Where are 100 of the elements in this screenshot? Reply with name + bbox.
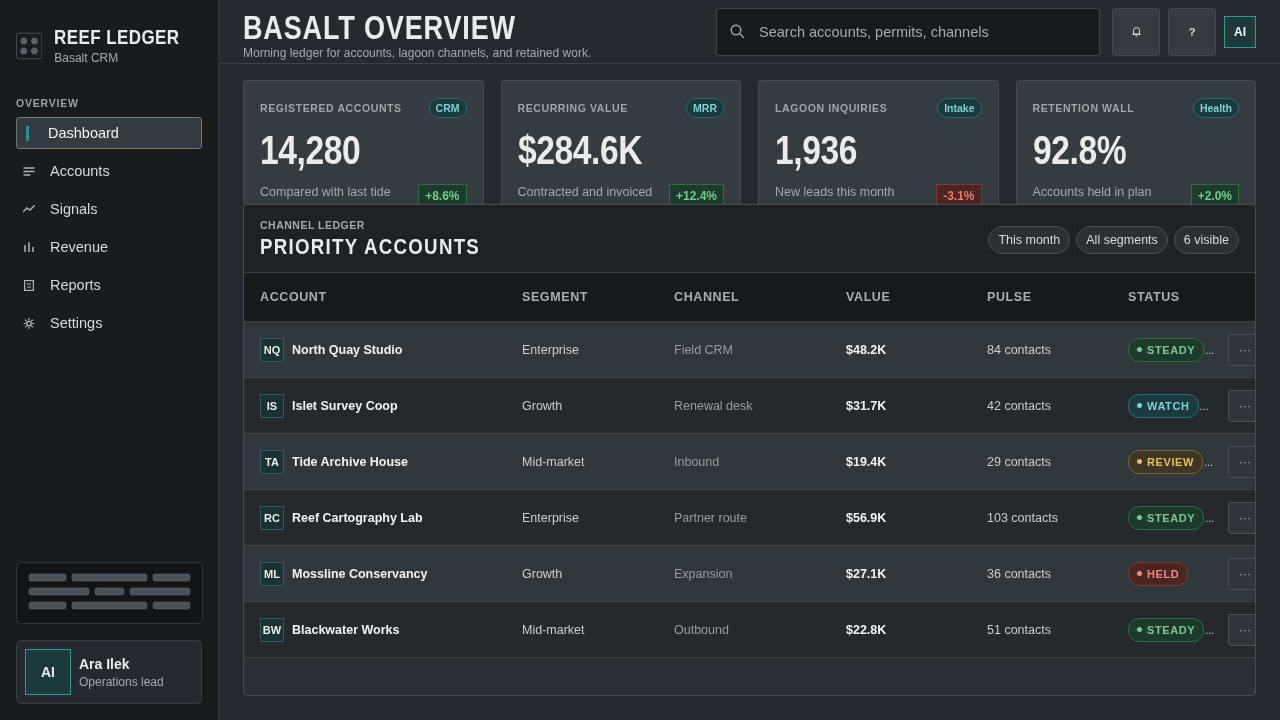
overflow-ellipsis: ...	[1205, 343, 1215, 356]
table-cell-text: $48.2K	[846, 342, 888, 357]
stat-note: Accounts held in plan	[1032, 184, 1152, 201]
stat-label: LAGOON INQUIRIES	[775, 102, 888, 114]
column-header: VALUE	[846, 290, 892, 304]
overflow-ellipsis: ...	[1199, 399, 1209, 412]
table-cell-text: Renewal desk	[674, 398, 754, 413]
table-cell-text: Enterprise	[522, 342, 580, 357]
section-label: OVERVIEW	[16, 97, 80, 109]
nav-item[interactable]: Accounts	[16, 155, 202, 187]
account-initials: TA	[260, 449, 284, 474]
active-indicator-icon	[26, 125, 29, 141]
filter-chip[interactable]: This month	[988, 225, 1071, 254]
overflow-ellipsis: ...	[1204, 455, 1214, 468]
panel-eyebrow: CHANNEL LEDGER	[260, 219, 366, 231]
status-badge: STEADY	[1128, 337, 1205, 362]
account-name: North Quay Studio	[292, 342, 403, 357]
table-cell-text: Outbound	[674, 622, 730, 637]
overflow-ellipsis: ...	[1205, 623, 1215, 636]
avatar-button[interactable]: AI	[1224, 15, 1256, 48]
document-icon	[23, 279, 35, 291]
settings-icon	[23, 317, 35, 329]
column-header: CHANNEL	[674, 290, 741, 304]
stat-label: RETENTION WALL	[1032, 102, 1135, 114]
table-cell-text: Field CRM	[674, 342, 735, 357]
panel-title: PRIORITY ACCOUNTS	[260, 234, 481, 260]
stat-value: 92.8%	[1032, 128, 1127, 172]
stat-label: REGISTERED ACCOUNTS	[260, 102, 402, 114]
nav-item[interactable]: Revenue	[16, 231, 202, 263]
filter-chip[interactable]: 6 visible	[1173, 225, 1239, 254]
stat-note: New leads this month	[775, 184, 895, 201]
notifications-button[interactable]	[1112, 7, 1160, 56]
page-subtitle: Morning ledger for accounts, lagoon channels, and retained work.	[243, 45, 593, 60]
trend-icon	[23, 205, 35, 213]
account-initials: RC	[260, 505, 284, 530]
nav-item[interactable]: Settings	[16, 307, 202, 339]
table-cell-text: 84 contacts	[987, 342, 1052, 357]
stat-value: 14,280	[260, 128, 362, 172]
nav-item[interactable]: Signals	[16, 193, 202, 225]
more-button[interactable]: ···	[1228, 333, 1255, 366]
table-cell-text: Mid-market	[522, 622, 586, 637]
more-button[interactable]: ···	[1228, 389, 1255, 422]
table-cell-text: Inbound	[674, 454, 721, 469]
nav-item[interactable]: Dashboard	[16, 117, 202, 149]
account-name: Tide Archive House	[292, 454, 408, 469]
status-badge: HELD	[1128, 561, 1189, 586]
more-button[interactable]: ···	[1228, 613, 1255, 646]
table-cell-text: Growth	[522, 398, 564, 413]
table-cell-text: Expansion	[674, 566, 734, 581]
page-title: BASALT OVERVIEW	[243, 11, 517, 44]
account-name: Blackwater Works	[292, 622, 400, 637]
table-cell-text: 103 contacts	[987, 510, 1059, 525]
user-avatar: AI	[25, 649, 71, 695]
search-icon	[730, 23, 745, 39]
table-cell-text: Growth	[522, 566, 564, 581]
stat-tag: MRR	[686, 98, 724, 118]
account-initials: IS	[260, 393, 284, 418]
user-role: Operations lead	[79, 674, 164, 689]
table-cell-text: 42 contacts	[987, 398, 1052, 413]
help-button[interactable]: ?	[1168, 7, 1216, 56]
stat-value: 1,936	[775, 128, 858, 172]
stat-note: Contracted and invoiced	[517, 184, 653, 201]
stat-tag: Intake	[937, 98, 982, 118]
nav-item[interactable]: Reports	[16, 269, 202, 301]
bell-icon	[1131, 26, 1141, 37]
delta-badge: -3.1%	[936, 184, 982, 204]
stat-tag: Health	[1192, 98, 1239, 118]
status-badge: STEADY	[1128, 617, 1205, 642]
delta-badge: +2.0%	[1190, 184, 1239, 204]
search-field[interactable]: Search accounts, permits, channels	[716, 7, 1100, 56]
delta-badge: +8.6%	[418, 184, 467, 204]
column-header: STATUS	[1128, 290, 1181, 304]
user-card[interactable]: AI Ara Ilek Operations lead	[16, 640, 202, 704]
stat-tag: CRM	[428, 98, 467, 118]
more-button[interactable]: ···	[1228, 501, 1255, 534]
status-badge: STEADY	[1128, 505, 1205, 530]
overflow-ellipsis: ...	[1205, 511, 1215, 524]
table-cell-text: $27.1K	[846, 566, 888, 581]
table-cell-text: 51 contacts	[987, 622, 1052, 637]
table-cell-text: $31.7K	[846, 398, 888, 413]
account-name: Reef Cartography Lab	[292, 510, 423, 525]
table-cell-text: Enterprise	[522, 510, 580, 525]
filter-chip[interactable]: All segments	[1076, 225, 1168, 254]
account-initials: ML	[260, 561, 284, 586]
brand-subtitle: Basalt CRM	[54, 51, 120, 65]
table-cell-text: Mid-market	[522, 454, 586, 469]
delta-badge: +12.4%	[668, 184, 724, 204]
list-icon	[23, 166, 35, 176]
table-cell-text: 36 contacts	[987, 566, 1052, 581]
brand-title: REEF LEDGER	[54, 26, 180, 49]
table-cell-text: 29 contacts	[987, 454, 1052, 469]
bar-chart-icon	[23, 242, 35, 252]
column-header: PULSE	[987, 290, 1033, 304]
user-name: Ara Ilek	[79, 655, 131, 672]
column-header: ACCOUNT	[260, 290, 328, 304]
more-button[interactable]: ···	[1228, 557, 1255, 590]
more-button[interactable]: ···	[1228, 445, 1255, 478]
table-cell-text: Partner route	[674, 510, 748, 525]
stat-label: RECURRING VALUE	[517, 102, 628, 114]
status-badge: WATCH	[1128, 393, 1199, 418]
